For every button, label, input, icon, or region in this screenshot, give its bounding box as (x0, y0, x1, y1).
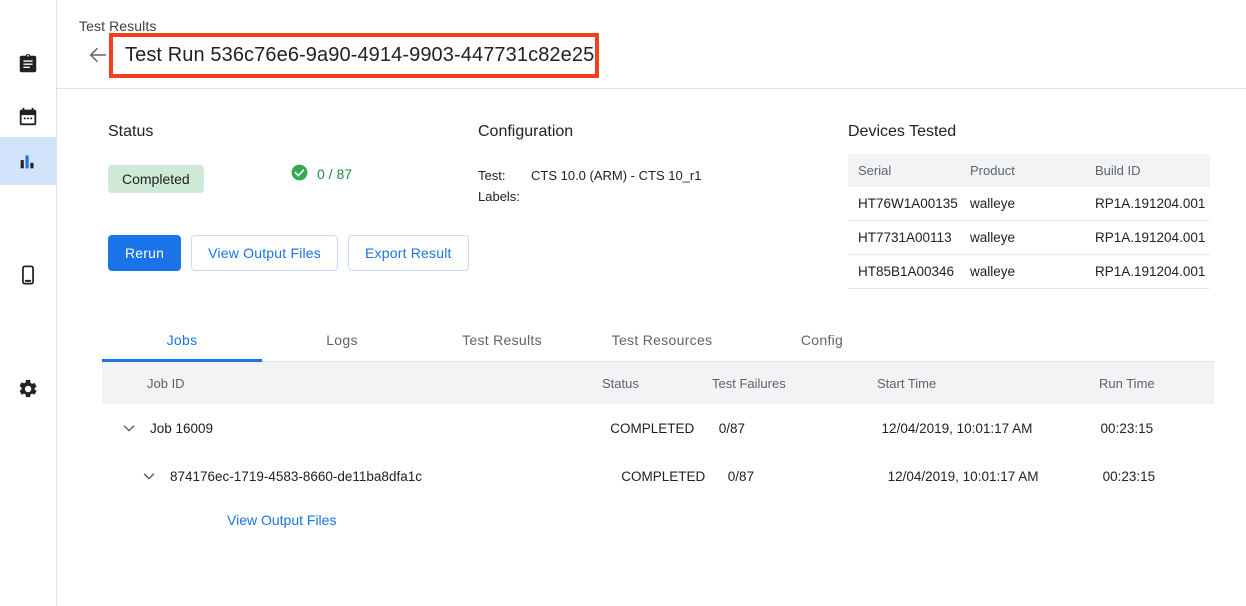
main-content: Test Results Test Run 536c76e6-9a90-4914… (57, 0, 1246, 606)
devices-column-product: Product (960, 154, 1085, 187)
tab-jobs[interactable]: Jobs (102, 319, 262, 361)
config-labels-label: Labels: (478, 186, 531, 207)
job-start-time: 12/04/2019, 10:01:17 AM (882, 421, 1101, 436)
config-test-value: CTS 10.0 (ARM) - CTS 10_r1 (531, 165, 702, 186)
table-row: HT7731A00113 walleye RP1A.191204.001 (848, 221, 1210, 255)
devices-table-header-row: Serial Product Build ID (848, 154, 1210, 187)
job-status: COMPLETED (621, 469, 728, 484)
tab-logs[interactable]: Logs (262, 319, 422, 361)
view-output-files-link[interactable]: View Output Files (227, 512, 336, 528)
sidebar-item-test-suites[interactable] (0, 40, 56, 88)
table-row: HT85B1A00346 walleye RP1A.191204.001 (848, 255, 1210, 289)
view-output-files-button[interactable]: View Output Files (191, 235, 338, 271)
device-serial: HT7731A00113 (848, 221, 960, 255)
job-run-time: 00:23:15 (1103, 469, 1214, 484)
device-build-id: RP1A.191204.001 (1085, 221, 1210, 255)
check-circle-icon (290, 163, 309, 185)
page-title-highlight-box: Test Run 536c76e6-9a90-4914-9903-447731c… (109, 33, 599, 78)
device-build-id: RP1A.191204.001 (1085, 187, 1210, 221)
device-serial: HT76W1A00135 (848, 187, 960, 221)
configuration-details: Test: CTS 10.0 (ARM) - CTS 10_r1 Labels: (478, 165, 702, 207)
left-navigation-sidebar (0, 0, 57, 606)
calendar-icon (17, 106, 39, 128)
arrow-left-icon (87, 44, 109, 71)
device-serial: HT85B1A00346 (848, 255, 960, 289)
job-test-failures: 0/87 (719, 421, 882, 436)
test-run-details-page: Test Results Test Run 536c76e6-9a90-4914… (0, 0, 1246, 606)
status-section-title: Status (108, 123, 153, 141)
tab-config[interactable]: Config (742, 319, 902, 361)
config-labels-value (531, 186, 702, 207)
devices-column-serial: Serial (848, 154, 960, 187)
devices-tested-table: Serial Product Build ID HT76W1A00135 wal… (848, 154, 1210, 289)
device-product: walleye (960, 187, 1085, 221)
breadcrumb: Test Results (79, 18, 156, 34)
job-run-time: 00:23:15 (1101, 421, 1214, 436)
table-row[interactable]: 874176ec-1719-4583-8660-de11ba8dfa1c COM… (102, 452, 1214, 500)
gear-icon (17, 378, 39, 400)
jobs-column-job-id: Job ID (102, 376, 602, 391)
table-row[interactable]: Job 16009 COMPLETED 0/87 12/04/2019, 10:… (102, 404, 1214, 452)
jobs-column-test-failures: Test Failures (712, 376, 877, 391)
page-header: Test Results Test Run 536c76e6-9a90-4914… (57, 0, 1246, 89)
tab-test-resources[interactable]: Test Resources (582, 319, 742, 361)
devices-section-title: Devices Tested (848, 123, 956, 141)
clipboard-icon (17, 53, 39, 75)
jobs-column-start-time: Start Time (877, 376, 1099, 391)
rerun-button[interactable]: Rerun (108, 235, 181, 271)
devices-column-build-id: Build ID (1085, 154, 1210, 187)
detail-tabs: Jobs Logs Test Results Test Resources Co… (102, 319, 1214, 362)
config-test-label: Test: (478, 165, 531, 186)
configuration-section-title: Configuration (478, 123, 573, 141)
pass-fail-count: 0 / 87 (317, 166, 352, 182)
run-summary-section: Status Completed 0 / 87 Rerun View Outpu… (57, 89, 1246, 319)
device-product: walleye (960, 255, 1085, 289)
chevron-down-icon[interactable] (137, 464, 161, 488)
phone-icon (17, 264, 39, 286)
device-build-id: RP1A.191204.001 (1085, 255, 1210, 289)
back-button[interactable] (85, 44, 111, 70)
sidebar-item-settings[interactable] (0, 365, 56, 413)
bar-chart-icon (17, 150, 39, 172)
sidebar-item-results[interactable] (0, 137, 56, 185)
page-title: Test Run 536c76e6-9a90-4914-9903-447731c… (113, 44, 594, 67)
sidebar-item-schedules[interactable] (0, 93, 56, 141)
jobs-table: Job ID Status Test Failures Start Time R… (102, 362, 1214, 528)
export-result-button[interactable]: Export Result (348, 235, 469, 271)
job-status: COMPLETED (610, 421, 719, 436)
test-result-summary: 0 / 87 (290, 163, 352, 185)
device-product: walleye (960, 221, 1085, 255)
action-buttons: Rerun View Output Files Export Result (108, 235, 469, 271)
table-row: HT76W1A00135 walleye RP1A.191204.001 (848, 187, 1210, 221)
status-badge: Completed (108, 165, 204, 193)
jobs-column-status: Status (602, 376, 712, 391)
job-id: Job 16009 (141, 421, 213, 436)
job-attempt-id: 874176ec-1719-4583-8660-de11ba8dfa1c (161, 469, 422, 484)
jobs-column-run-time: Run Time (1099, 376, 1214, 391)
job-start-time: 12/04/2019, 10:01:17 AM (888, 469, 1103, 484)
jobs-table-header-row: Job ID Status Test Failures Start Time R… (102, 362, 1214, 404)
chevron-down-icon[interactable] (117, 416, 141, 440)
sidebar-item-devices[interactable] (0, 251, 56, 299)
tab-test-results[interactable]: Test Results (422, 319, 582, 361)
job-test-failures: 0/87 (728, 469, 888, 484)
